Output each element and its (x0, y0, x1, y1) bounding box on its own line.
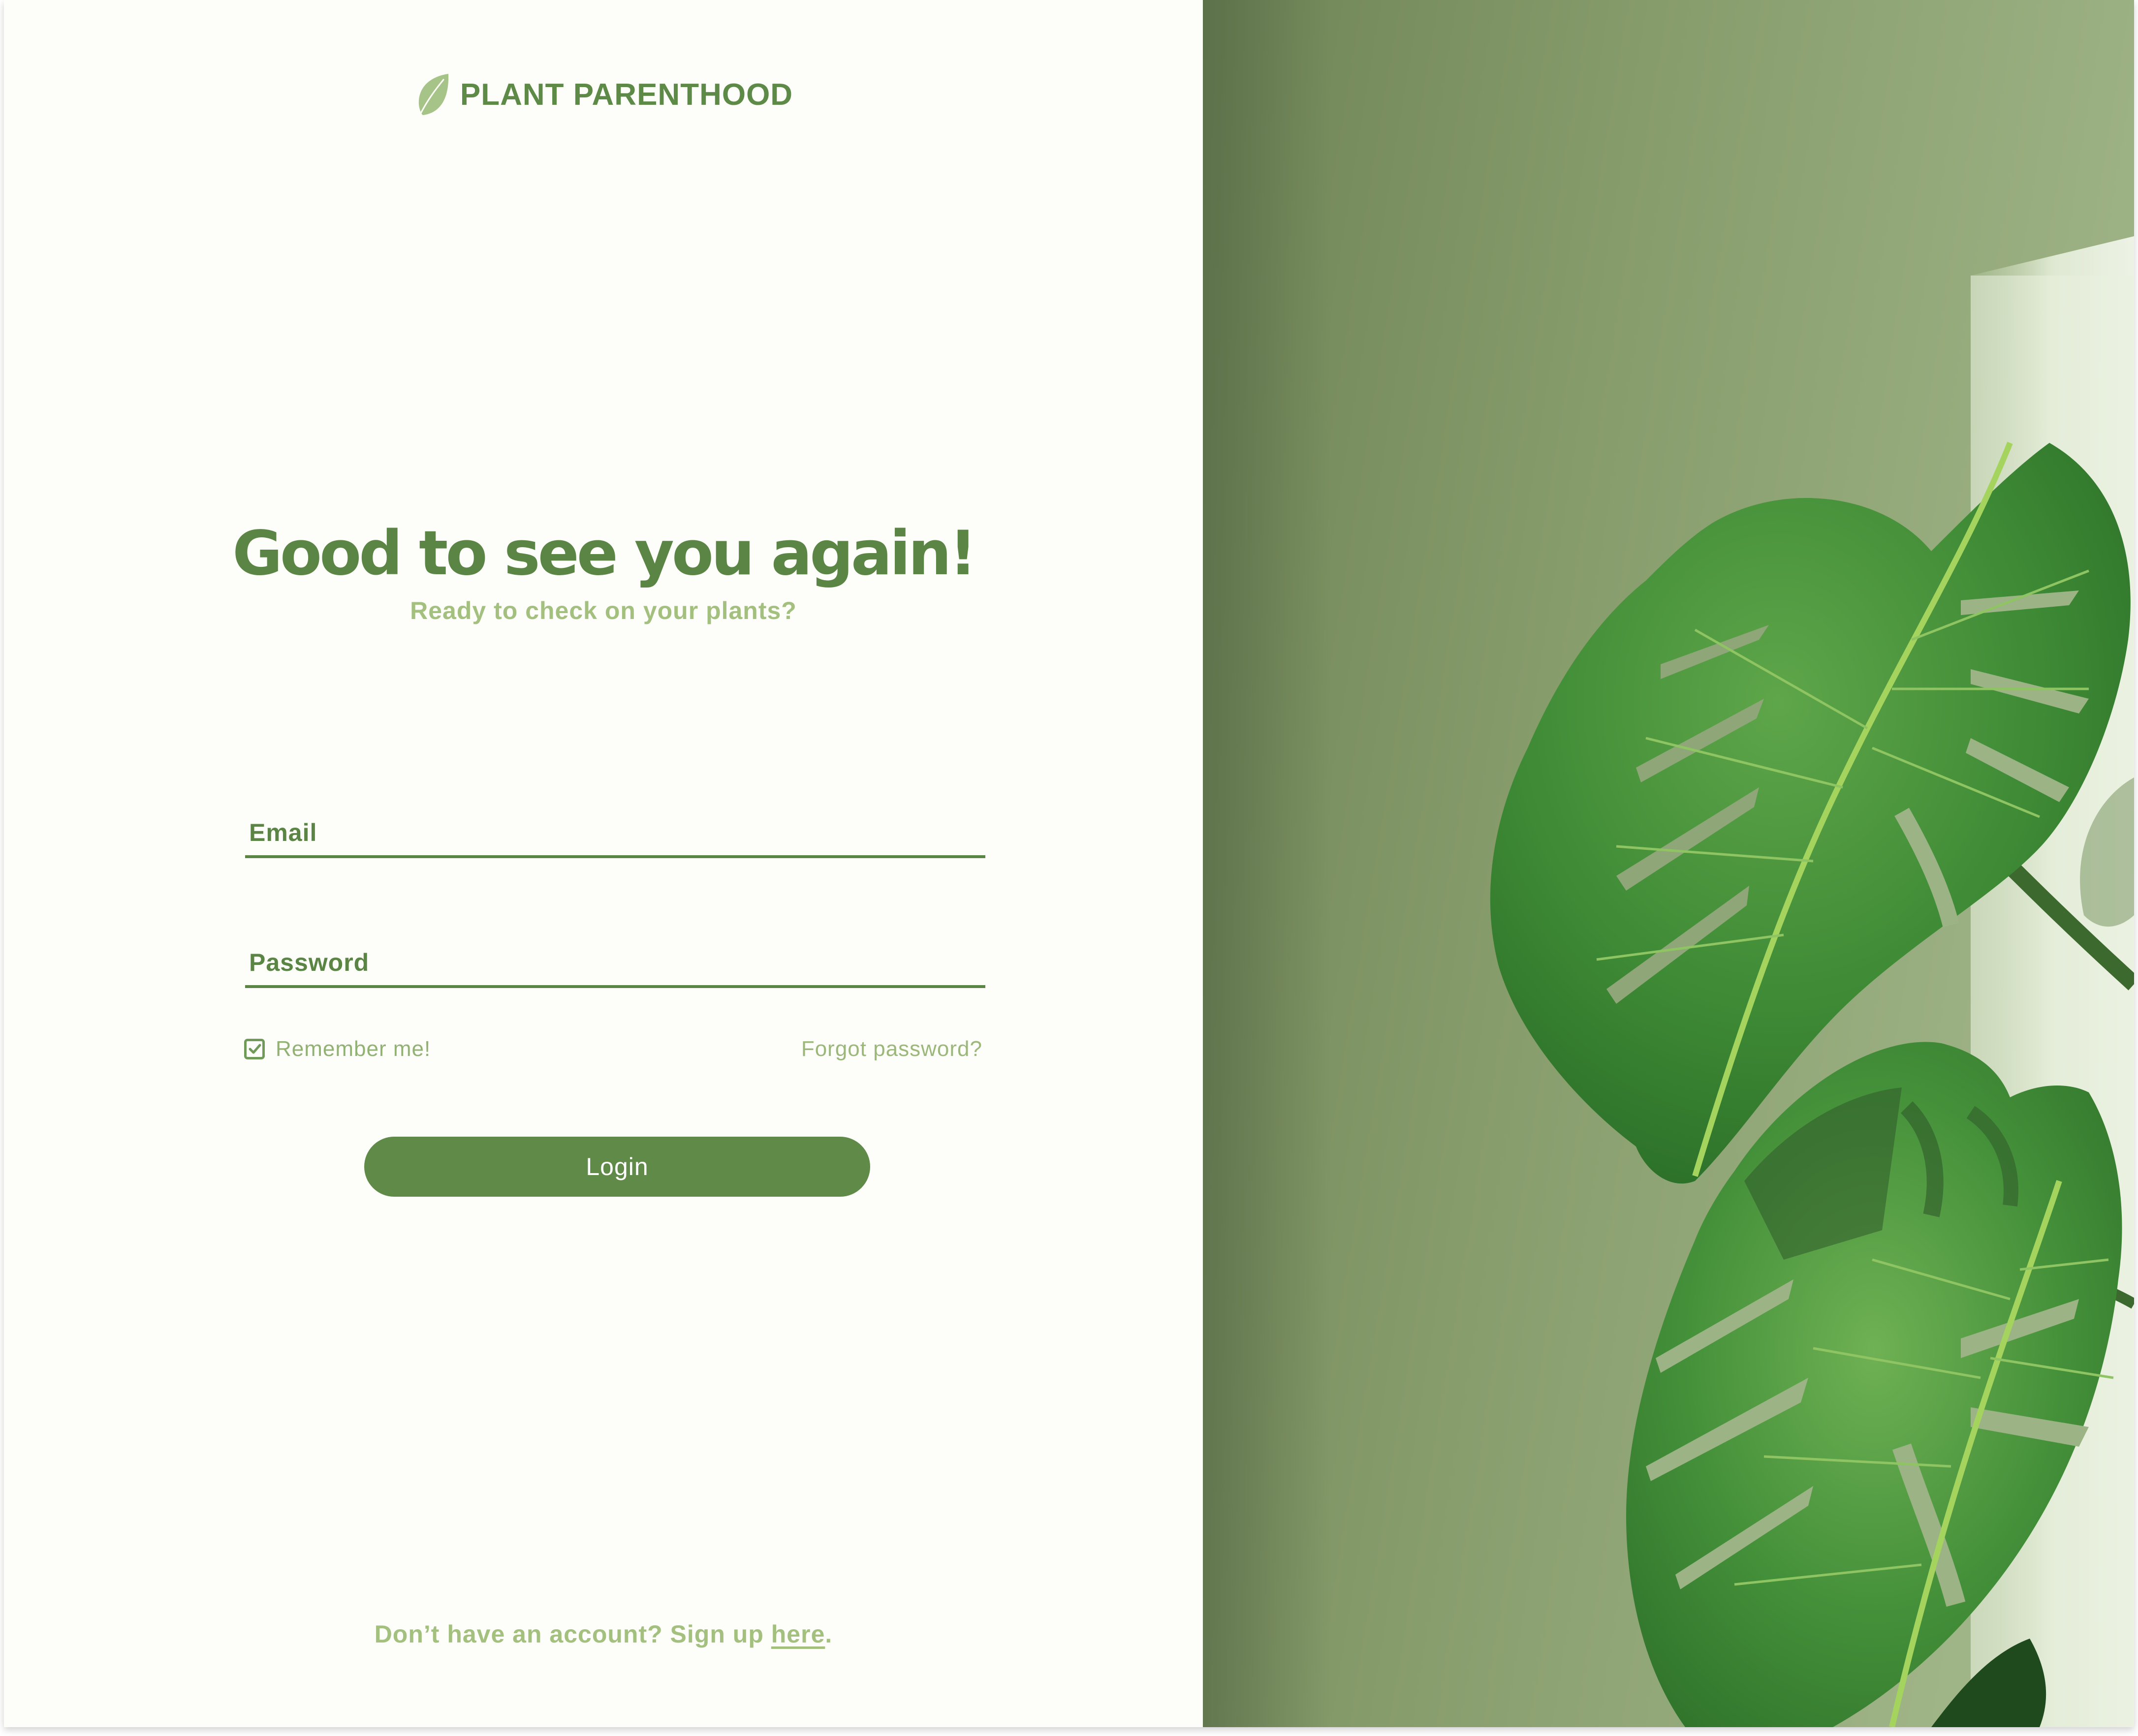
monstera-plant-photo (1203, 0, 2134, 1727)
brand-name: PLANT PARENTHOOD (460, 77, 793, 112)
login-panel: PLANT PARENTHOOD Good to see you again! … (4, 0, 1203, 1727)
email-input[interactable] (245, 846, 987, 867)
plant-illustration (1203, 0, 2134, 1727)
login-window: PLANT PARENTHOOD Good to see you again! … (4, 0, 2134, 1727)
checkmark-icon (249, 1044, 261, 1054)
password-input[interactable] (245, 976, 987, 997)
page-title: Good to see you again! (232, 518, 977, 589)
remember-me-toggle[interactable]: Remember me! (244, 1033, 431, 1065)
remember-me-checkbox[interactable] (244, 1039, 265, 1059)
signup-prompt-text: Don’t have an account? Sign up (374, 1620, 771, 1648)
email-field: Email (245, 817, 987, 867)
brand-logo-link[interactable]: PLANT PARENTHOOD (414, 72, 793, 117)
page-subtitle: Ready to check on your plants? (410, 597, 797, 624)
page: PLANT PARENTHOOD Good to see you again! … (0, 0, 2138, 1736)
email-label: Email (249, 819, 317, 846)
leaf-icon (418, 74, 449, 116)
forgot-password-link[interactable]: Forgot password? (801, 1033, 982, 1065)
remember-me-label: Remember me! (276, 1037, 431, 1061)
login-options-row: Remember me! Forgot password? (244, 1033, 982, 1065)
signup-prompt: Don’t have an account? Sign up here. (4, 1620, 1203, 1648)
signup-prompt-suffix: . (825, 1620, 833, 1648)
brand-header: PLANT PARENTHOOD (4, 70, 1203, 119)
password-field: Password (245, 947, 987, 997)
signup-link[interactable]: here (771, 1620, 825, 1648)
login-button[interactable]: Login (364, 1137, 870, 1197)
password-label: Password (249, 949, 370, 976)
